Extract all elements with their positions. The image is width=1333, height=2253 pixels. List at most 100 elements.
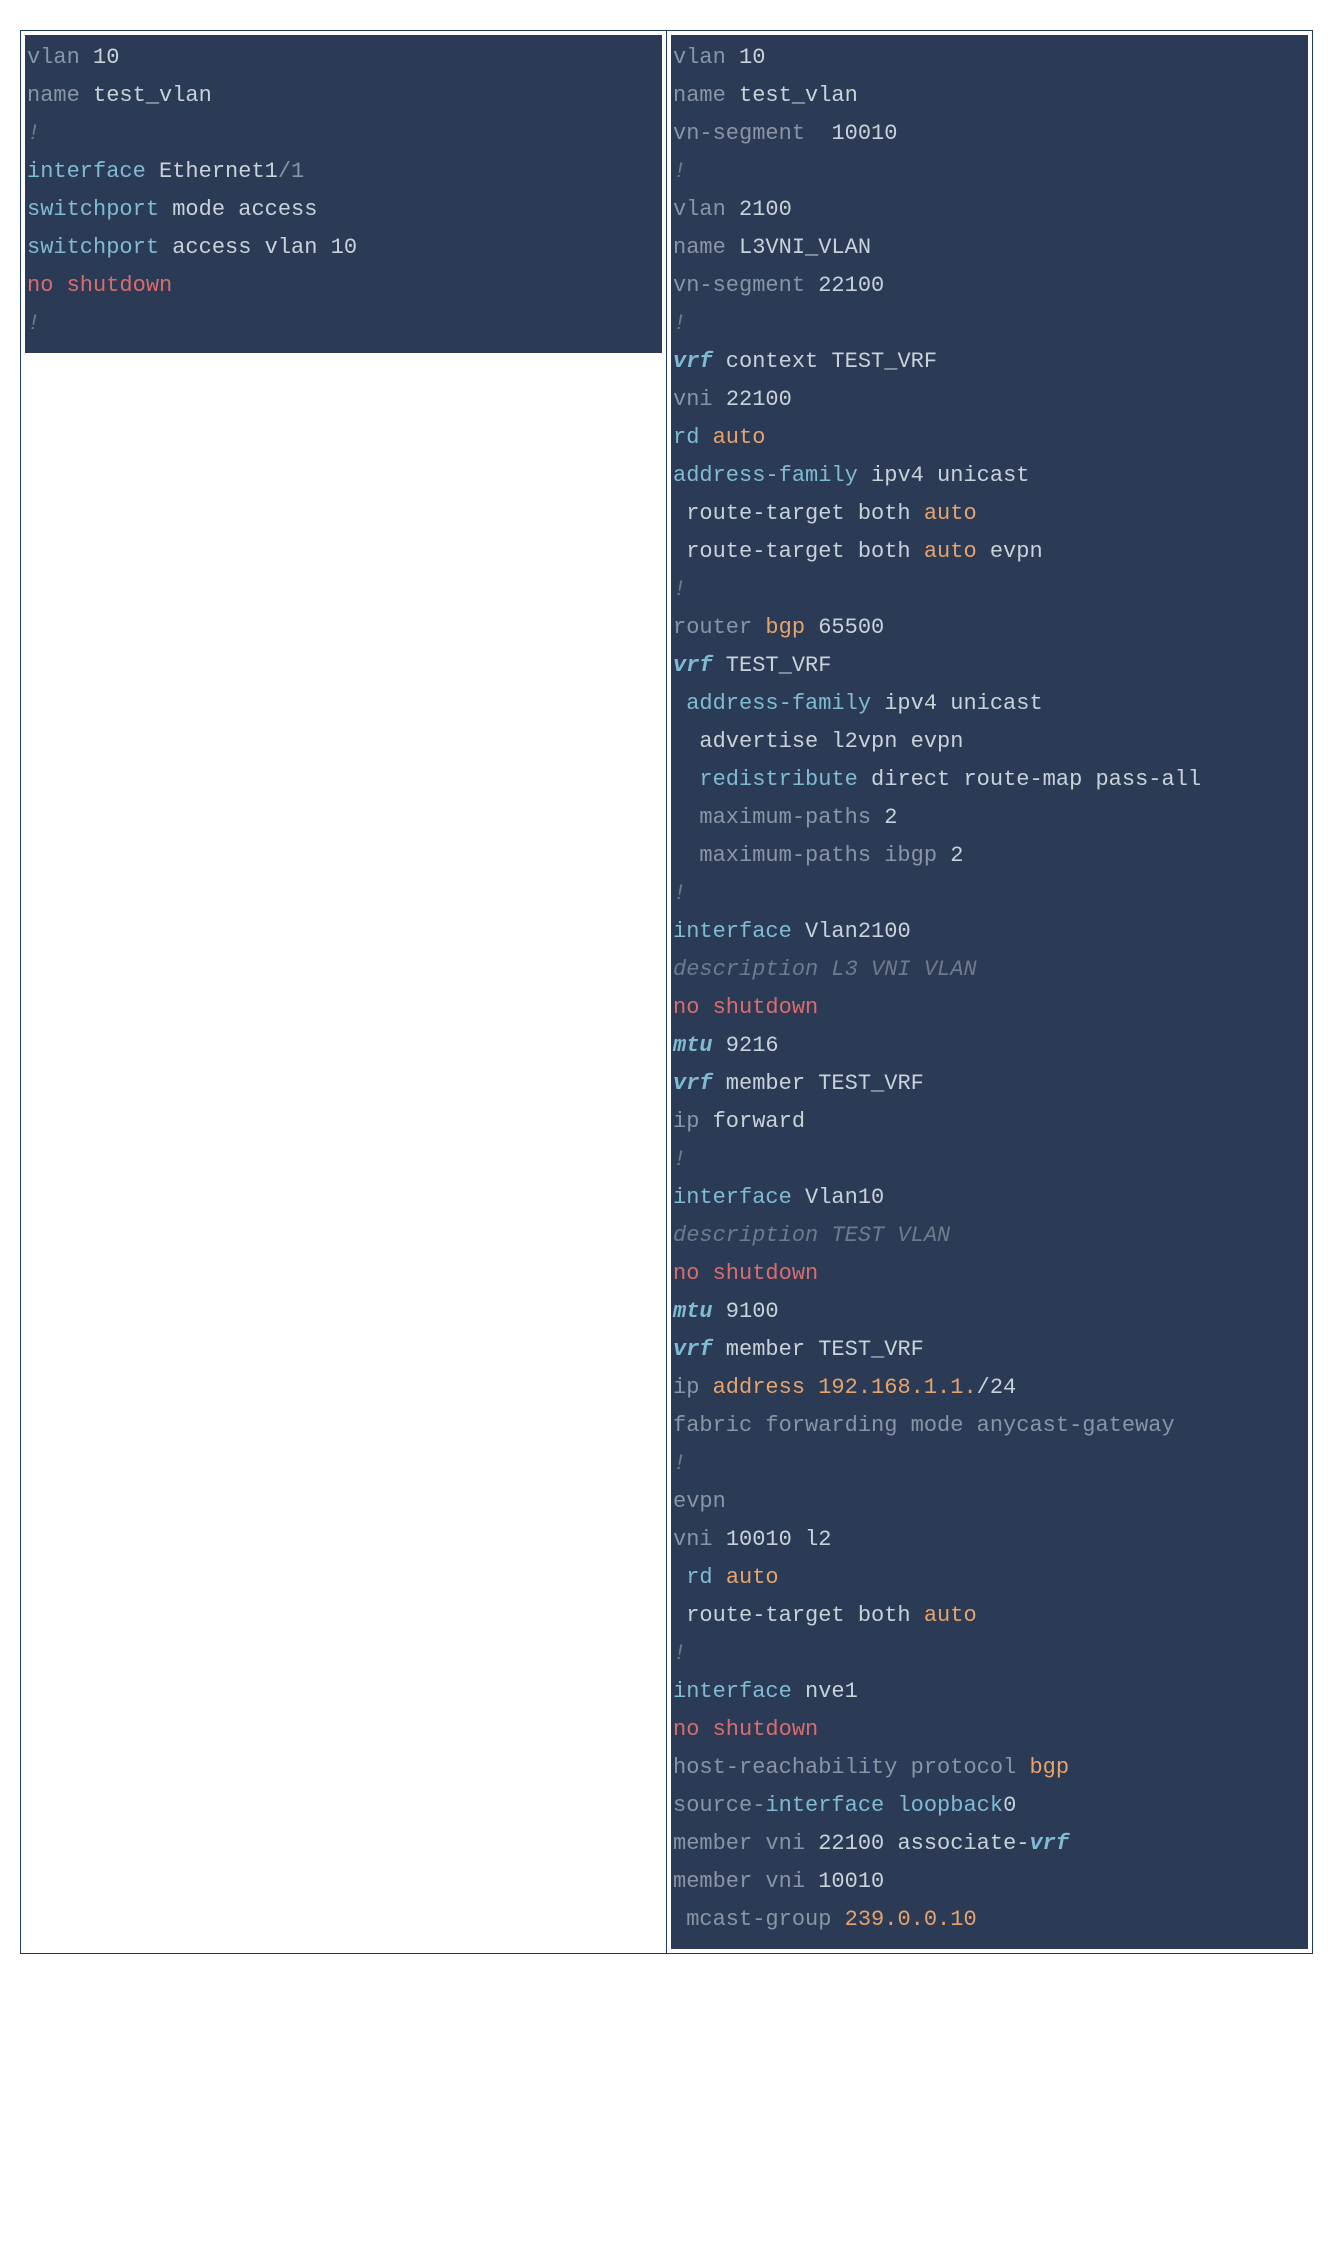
code-line: mtu 9100 (671, 1293, 1308, 1331)
code-line: maximum-paths 2 (671, 799, 1308, 837)
code-token: evpn (977, 539, 1043, 564)
code-line: mtu 9216 (671, 1027, 1308, 1065)
code-token: address 192.168.1.1. (713, 1375, 977, 1400)
code-token: 22100 (818, 273, 884, 298)
code-token: member vni (673, 1869, 818, 1894)
code-line: rd auto (671, 419, 1308, 457)
code-token: vn-segment (673, 121, 831, 146)
code-token: interface (673, 1679, 805, 1704)
code-token: 22100 (726, 387, 792, 412)
code-token: auto (924, 1603, 977, 1628)
code-token: vni (673, 1527, 726, 1552)
code-token: L3VNI_VLAN (739, 235, 871, 260)
code-token: ip (673, 1109, 713, 1134)
code-line: vrf member TEST_VRF (671, 1331, 1308, 1369)
code-token: ipv4 unicast (871, 463, 1029, 488)
code-token: mtu (673, 1033, 713, 1058)
code-token: nve1 (805, 1679, 858, 1704)
code-line: ! (671, 153, 1308, 191)
code-token: router (673, 615, 765, 640)
code-token: vlan (673, 197, 739, 222)
code-line: description TEST VLAN (671, 1217, 1308, 1255)
right-code-block: vlan 10name test_vlanvn-segment 10010!vl… (671, 35, 1308, 1949)
code-token: ! (673, 311, 686, 336)
code-line: address-family ipv4 unicast (671, 457, 1308, 495)
code-token: context TEST_VRF (713, 349, 937, 374)
code-line: name test_vlan (25, 77, 662, 115)
code-token: test_vlan (739, 83, 858, 108)
code-line: vrf member TEST_VRF (671, 1065, 1308, 1103)
code-line: ! (671, 875, 1308, 913)
code-line: vni 22100 (671, 381, 1308, 419)
code-token: 10 (739, 45, 765, 70)
code-token: access vlan (172, 235, 330, 260)
code-token: no shutdown (673, 1717, 818, 1742)
code-token: vrf (1029, 1831, 1069, 1856)
code-token: vrf (673, 1071, 713, 1096)
code-token: /1 (278, 159, 304, 184)
code-line: router bgp 65500 (671, 609, 1308, 647)
code-token: name (673, 235, 739, 260)
code-token: member TEST_VRF (713, 1337, 924, 1362)
code-token: 2100 (739, 197, 792, 222)
code-line: ! (671, 305, 1308, 343)
code-token: host-reachability protocol (673, 1755, 1029, 1780)
code-token: 10 (331, 235, 357, 260)
code-token: vn-segment (673, 273, 818, 298)
code-token: route-target both (673, 1603, 924, 1628)
code-line: vrf TEST_VRF (671, 647, 1308, 685)
page: vlan 10name test_vlan!interface Ethernet… (0, 0, 1333, 1984)
code-token: interface loopback (765, 1793, 1003, 1818)
code-line: vn-segment 10010 (671, 115, 1308, 153)
code-line: fabric forwarding mode anycast-gateway (671, 1407, 1308, 1445)
code-token: member vni (673, 1831, 818, 1856)
code-token: 10010 (726, 1527, 805, 1552)
code-token: 10010 (818, 1869, 884, 1894)
code-line: mcast-group 239.0.0.10 (671, 1901, 1308, 1939)
code-token: ! (27, 121, 40, 146)
code-token: vrf (673, 349, 713, 374)
code-line: member vni 22100 associate-vrf (671, 1825, 1308, 1863)
code-token: route-target both (673, 539, 924, 564)
right-cell: vlan 10name test_vlanvn-segment 10010!vl… (667, 31, 1313, 1954)
code-token: vrf (673, 1337, 713, 1362)
code-line: advertise l2vpn evpn (671, 723, 1308, 761)
code-token: ! (673, 577, 686, 602)
code-line: ip forward (671, 1103, 1308, 1141)
code-line: host-reachability protocol bgp (671, 1749, 1308, 1787)
code-token: auto (713, 425, 766, 450)
code-line: no shutdown (671, 1711, 1308, 1749)
code-token: switchport (27, 197, 172, 222)
code-token: /24 (977, 1375, 1017, 1400)
code-token: ip (673, 1375, 713, 1400)
code-token: name (673, 83, 739, 108)
code-token: bgp (765, 615, 805, 640)
code-token: interface (673, 1185, 805, 1210)
code-token: switchport (27, 235, 172, 260)
code-line: interface nve1 (671, 1673, 1308, 1711)
code-token: ! (27, 311, 40, 336)
code-line: source-interface loopback0 (671, 1787, 1308, 1825)
code-token: maximum-paths ibgp (673, 843, 950, 868)
code-token: rd (673, 1565, 726, 1590)
code-token: 22100 (818, 1831, 897, 1856)
code-line: name L3VNI_VLAN (671, 229, 1308, 267)
code-token: test_vlan (93, 83, 212, 108)
code-token: address-family (673, 691, 884, 716)
code-line: vlan 10 (25, 39, 662, 77)
code-token: no shutdown (673, 1261, 818, 1286)
code-token: TEST_VRF (713, 653, 832, 678)
code-line: redistribute direct route-map pass-all (671, 761, 1308, 799)
code-line: switchport mode access (25, 191, 662, 229)
code-line: no shutdown (25, 267, 662, 305)
code-token: mode access (172, 197, 317, 222)
code-line: vrf context TEST_VRF (671, 343, 1308, 381)
code-token: l2 (805, 1527, 831, 1552)
code-line: rd auto (671, 1559, 1308, 1597)
code-token: vlan (27, 45, 93, 70)
code-token: description L3 VNI VLAN (673, 957, 977, 982)
code-token: 2 (884, 805, 897, 830)
code-token: auto (726, 1565, 779, 1590)
code-token: name (27, 83, 93, 108)
code-line: ! (25, 115, 662, 153)
